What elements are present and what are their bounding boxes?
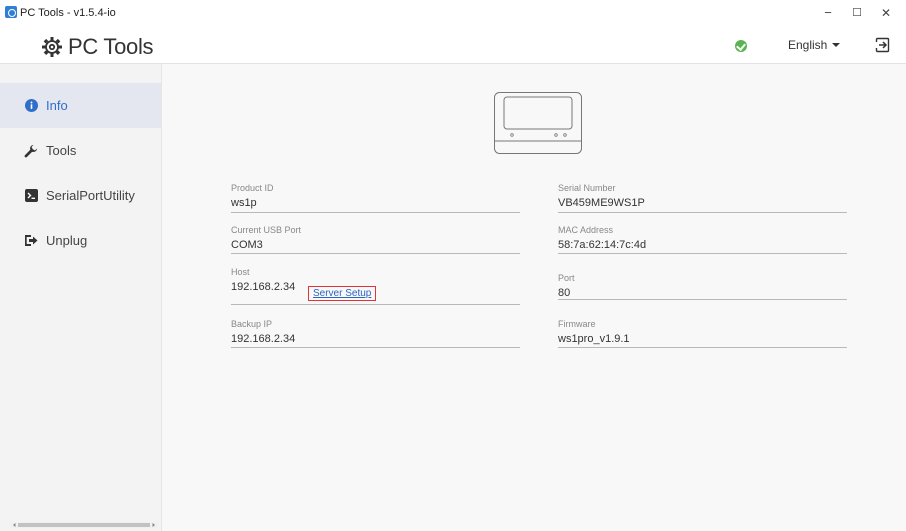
- usb-port-field: Current USB Port COM3: [231, 225, 520, 254]
- field-label: Host: [231, 267, 250, 277]
- app-window: PC Tools - v1.5.4-io − ☐ ✕ PC Tools Engl…: [0, 0, 906, 531]
- field-underline: [231, 253, 520, 254]
- sidebar-item-label: SerialPortUtility: [46, 188, 135, 203]
- field-label: Firmware: [558, 319, 596, 329]
- field-label: Product ID: [231, 183, 274, 193]
- wrench-icon: [24, 144, 38, 158]
- field-value: ws1pro_v1.9.1: [558, 333, 630, 345]
- info-panel: Product ID ws1p Serial Number VB459ME9WS…: [162, 64, 906, 531]
- field-label: Port: [558, 273, 575, 283]
- field-value: 192.168.2.34: [231, 333, 296, 345]
- maximize-button[interactable]: ☐: [847, 4, 867, 22]
- field-label: Backup IP: [231, 319, 273, 329]
- sidebar-item-unplug[interactable]: Unplug: [0, 218, 161, 263]
- field-underline: [231, 304, 520, 305]
- logout-icon[interactable]: [875, 37, 891, 53]
- field-value: VB459ME9WS1P: [558, 197, 645, 209]
- sidebar-item-label: Tools: [46, 143, 77, 158]
- field-label: MAC Address: [558, 225, 614, 235]
- field-underline: [558, 347, 847, 348]
- sidebar-item-info[interactable]: Info: [0, 83, 161, 128]
- gear-logo-icon: [42, 37, 62, 57]
- language-dropdown[interactable]: English: [788, 38, 841, 52]
- sidebar-item-serialportutility[interactable]: SerialPortUtility: [0, 173, 161, 218]
- language-label: English: [788, 38, 828, 52]
- field-label: Current USB Port: [231, 225, 302, 235]
- port-field: Port 80: [558, 273, 847, 300]
- app-header: PC Tools English: [0, 26, 906, 64]
- minimize-button[interactable]: −: [818, 4, 838, 22]
- field-underline: [558, 299, 847, 300]
- mac-address-field: MAC Address 58:7a:62:14:7c:4d: [558, 225, 847, 254]
- field-value: COM3: [231, 239, 263, 251]
- app-icon: [5, 6, 17, 18]
- server-setup-link[interactable]: Server Setup: [308, 286, 377, 301]
- window-title: PC Tools - v1.5.4-io: [20, 7, 116, 19]
- sidebar-item-tools[interactable]: Tools: [0, 128, 161, 173]
- serial-number-field: Serial Number VB459ME9WS1P: [558, 183, 847, 213]
- field-value: ws1p: [231, 197, 257, 209]
- unplug-icon: [24, 234, 38, 248]
- field-underline: [558, 212, 847, 213]
- chevron-down-icon: [832, 43, 841, 47]
- logo-text: PC Tools: [68, 34, 154, 59]
- product-id-field: Product ID ws1p: [231, 183, 520, 213]
- field-underline: [231, 347, 520, 348]
- info-icon: [24, 99, 38, 113]
- connection-status-icon: [735, 40, 747, 52]
- sidebar: Info Tools SerialPortUtility Unplug: [0, 64, 162, 531]
- field-value: 80: [558, 287, 571, 299]
- field-value: 58:7a:62:14:7c:4d: [558, 239, 647, 251]
- field-underline: [558, 253, 847, 254]
- sidebar-item-label: Unplug: [46, 233, 88, 248]
- terminal-icon: [24, 189, 38, 203]
- horizontal-scrollbar[interactable]: [10, 522, 158, 528]
- close-button[interactable]: ✕: [876, 4, 896, 22]
- backup-ip-field: Backup IP 192.168.2.34: [231, 319, 520, 348]
- device-illustration: [494, 92, 582, 154]
- firmware-field: Firmware ws1pro_v1.9.1: [558, 319, 847, 348]
- title-bar: PC Tools - v1.5.4-io − ☐ ✕: [0, 0, 906, 26]
- field-label: Serial Number: [558, 183, 616, 193]
- logo: PC Tools: [41, 34, 154, 60]
- field-underline: [231, 212, 520, 213]
- sidebar-item-label: Info: [46, 98, 68, 113]
